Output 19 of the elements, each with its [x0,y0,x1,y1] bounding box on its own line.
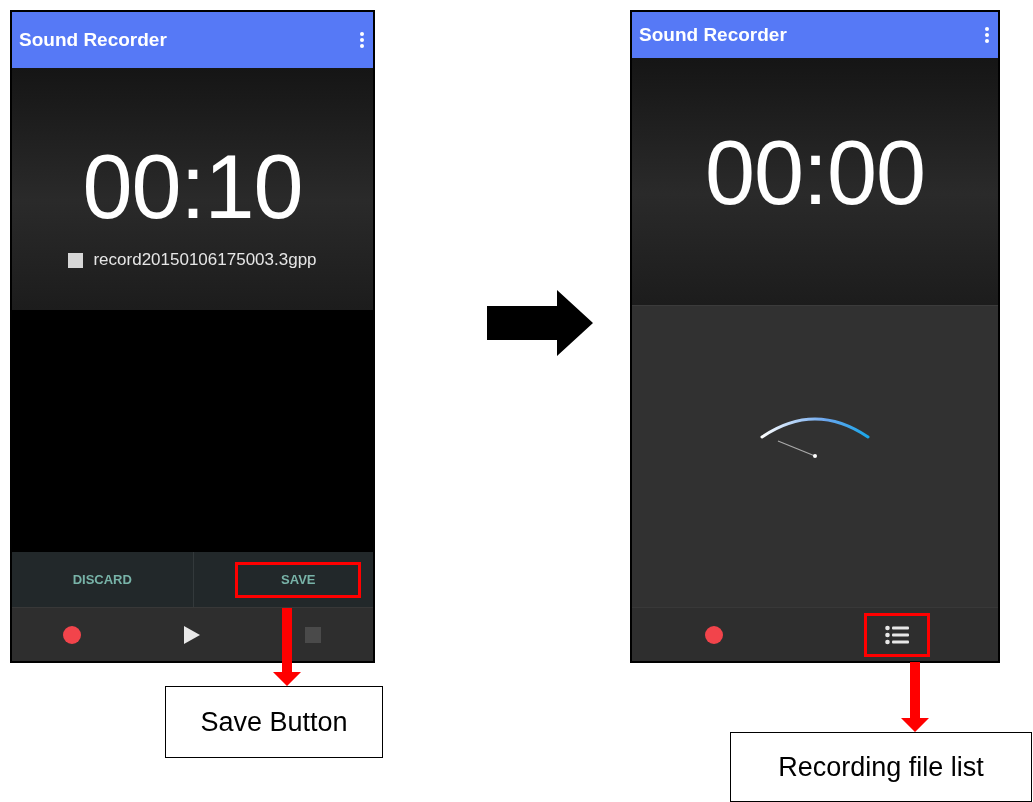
file-name: record20150106175003.3gpp [93,250,317,270]
action-button[interactable]: SAVE [235,561,362,598]
list-icon [885,624,909,645]
file-icon [68,252,84,268]
callout-label: Recording file list [730,732,1032,802]
elapsed-timer: 00:10 [82,142,303,232]
app-title: Sound Recorder [19,29,167,51]
callout-label: Save Button [165,686,383,758]
action-button[interactable]: DISCARD [39,561,166,598]
overflow-menu-icon[interactable] [984,26,990,44]
app-title: Sound Recorder [639,24,787,46]
list-button[interactable] [864,612,930,657]
stop-icon [304,626,321,643]
play-icon [184,625,201,644]
record-icon [704,624,724,645]
overflow-menu-icon[interactable] [359,31,365,49]
elapsed-timer: 00:00 [704,128,926,218]
record-icon [62,624,83,645]
pointer-arrow [901,662,929,732]
